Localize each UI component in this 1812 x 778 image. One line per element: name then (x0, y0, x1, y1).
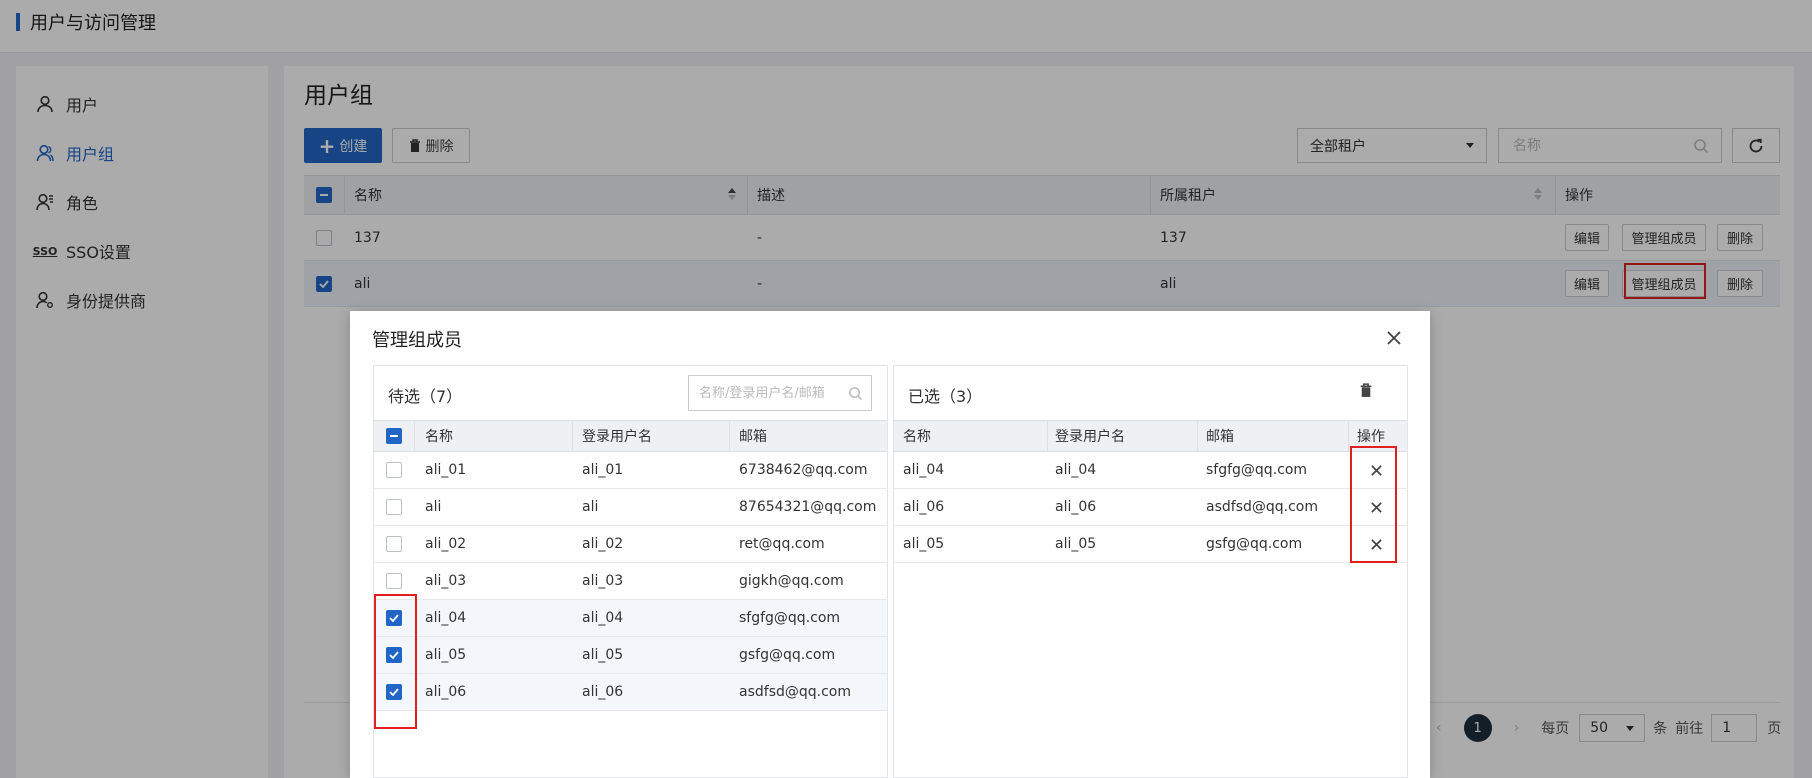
available-members-panel: 待选（7） 名称 登录用户名 邮箱 ali_01 ali_01 6738462@qq… (373, 365, 888, 778)
member-email: sfgfg@qq.com (1206, 462, 1308, 478)
member-login: ali_06 (1055, 499, 1097, 515)
list-item: ali_04 ali_04 sfgfg@qq.com (894, 452, 1407, 489)
member-login: ali_05 (582, 647, 624, 663)
member-email: asdfsd@qq.com (739, 684, 851, 700)
member-email: sfgfg@qq.com (739, 610, 841, 626)
member-email: 87654321@qq.com (739, 499, 877, 515)
clear-selected-trash-icon[interactable] (1359, 383, 1373, 398)
column-header-name: 名称 (425, 429, 453, 445)
member-email: gigkh@qq.com (739, 573, 844, 589)
member-name: ali (425, 499, 442, 515)
member-name: ali_01 (425, 462, 467, 478)
member-name: ali_04 (903, 462, 945, 478)
member-search-box (688, 375, 872, 411)
member-email: 6738462@qq.com (739, 462, 868, 478)
member-login: ali_04 (1055, 462, 1097, 478)
member-login: ali_06 (582, 684, 624, 700)
list-item[interactable]: ali_02 ali_02 ret@qq.com (374, 526, 887, 563)
member-email: asdfsd@qq.com (1206, 499, 1318, 515)
row-checkbox[interactable] (386, 536, 402, 552)
dialog-title: 管理组成员 (372, 330, 462, 351)
member-name: ali_02 (425, 536, 467, 552)
member-email: gsfg@qq.com (739, 647, 836, 663)
available-panel-title: 待选（7） (388, 387, 463, 406)
highlight-box (374, 594, 417, 729)
member-login: ali (582, 499, 599, 515)
list-item[interactable]: ali_03 ali_03 gigkh@qq.com (374, 563, 887, 600)
selected-members-panel: 已选（3） 名称 登录用户名 邮箱 操作 ali_04 ali_04 sfgfg@q… (893, 365, 1408, 778)
list-item[interactable]: ali ali 87654321@qq.com (374, 489, 887, 526)
list-item: ali_05 ali_05 gsfg@qq.com (894, 526, 1407, 563)
list-item[interactable]: ali_05 ali_05 gsfg@qq.com (374, 637, 887, 674)
list-item[interactable]: ali_01 ali_01 6738462@qq.com (374, 452, 887, 489)
member-name: ali_05 (425, 647, 467, 663)
column-header-email: 邮箱 (739, 429, 767, 445)
list-item[interactable]: ali_06 ali_06 asdfsd@qq.com (374, 674, 887, 711)
member-name: ali_06 (425, 684, 467, 700)
row-checkbox[interactable] (386, 462, 402, 478)
member-name: ali_03 (425, 573, 467, 589)
member-login: ali_04 (582, 610, 624, 626)
row-checkbox[interactable] (386, 499, 402, 515)
list-item[interactable]: ali_04 ali_04 sfgfg@qq.com (374, 600, 887, 637)
row-checkbox[interactable] (386, 573, 402, 589)
column-header-name: 名称 (903, 429, 931, 445)
member-email: ret@qq.com (739, 536, 825, 552)
member-name: ali_06 (903, 499, 945, 515)
selected-table-header: 名称 登录用户名 邮箱 操作 (894, 420, 1407, 452)
member-login: ali_05 (1055, 536, 1097, 552)
selected-panel-title: 已选（3） (908, 387, 983, 406)
highlight-box (1350, 446, 1397, 563)
column-header-email: 邮箱 (1206, 429, 1234, 445)
member-login: ali_02 (582, 536, 624, 552)
member-name: ali_05 (903, 536, 945, 552)
member-name: ali_04 (425, 610, 467, 626)
column-header-login: 登录用户名 (1055, 429, 1125, 445)
select-all-checkbox[interactable] (386, 428, 402, 444)
member-login: ali_01 (582, 462, 624, 478)
member-email: gsfg@qq.com (1206, 536, 1303, 552)
member-login: ali_03 (582, 573, 624, 589)
column-header-login: 登录用户名 (582, 429, 652, 445)
member-search-input[interactable] (697, 384, 841, 402)
close-icon[interactable] (1382, 326, 1406, 350)
search-icon (848, 386, 863, 401)
list-item: ali_06 ali_06 asdfsd@qq.com (894, 489, 1407, 526)
available-table-header: 名称 登录用户名 邮箱 (374, 420, 887, 452)
